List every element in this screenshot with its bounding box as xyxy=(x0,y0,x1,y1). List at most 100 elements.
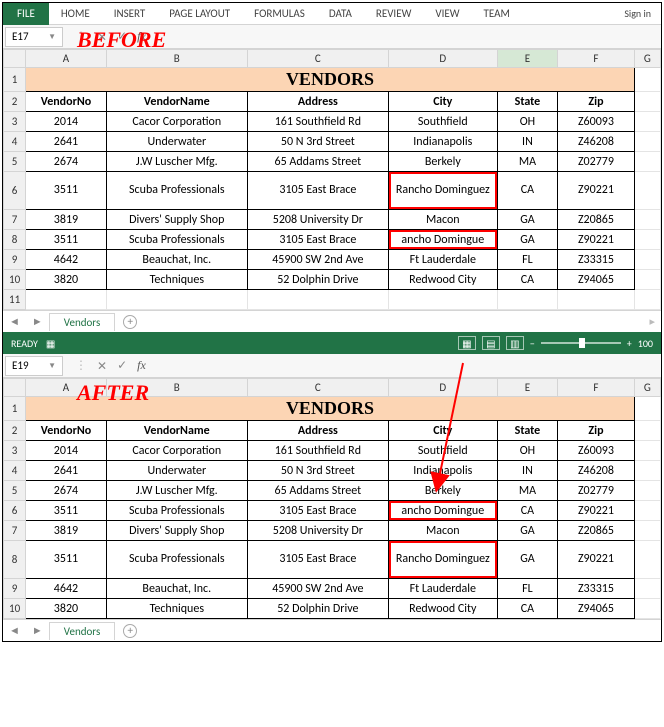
cell[interactable]: Macon xyxy=(388,521,497,541)
cell[interactable]: Beauchat, Inc. xyxy=(106,250,247,270)
cell[interactable]: 3105 East Brace xyxy=(247,541,388,579)
hdr-vendorno[interactable]: VendorNo xyxy=(26,421,107,441)
sheet-nav-next-icon[interactable]: ► xyxy=(26,315,49,328)
cell[interactable]: 3511 xyxy=(26,230,107,250)
cell[interactable]: 3105 East Brace xyxy=(247,172,388,210)
cell[interactable]: 52 Dolphin Drive xyxy=(247,599,388,619)
cell[interactable]: Z90221 xyxy=(558,501,635,521)
cell[interactable]: Divers' Supply Shop xyxy=(106,210,247,230)
select-all-corner[interactable] xyxy=(4,379,26,397)
before-grid[interactable]: A B C D E F G 1 VENDORS 2 VendorNo Vendo… xyxy=(3,49,661,310)
cell[interactable]: 2014 xyxy=(26,112,107,132)
row-7[interactable]: 7 xyxy=(4,210,26,230)
cell[interactable]: Beauchat, Inc. xyxy=(106,579,247,599)
cell[interactable]: 65 Addams Street xyxy=(247,481,388,501)
cell[interactable]: Ft Lauderdale xyxy=(388,579,497,599)
cell[interactable]: Cacor Corporation xyxy=(106,441,247,461)
cell[interactable]: Techniques xyxy=(106,270,247,290)
select-all-corner[interactable] xyxy=(4,50,26,68)
row-10[interactable]: 10 xyxy=(4,270,26,290)
cell[interactable]: Z20865 xyxy=(558,521,635,541)
cell[interactable]: Z33315 xyxy=(558,250,635,270)
zoom-in-icon[interactable]: + xyxy=(627,337,632,350)
col-D[interactable]: D xyxy=(388,379,497,397)
hdr-address[interactable]: Address xyxy=(247,92,388,112)
cell[interactable]: Z94065 xyxy=(558,599,635,619)
col-F[interactable]: F xyxy=(558,50,635,68)
hdr-city[interactable]: City xyxy=(388,421,497,441)
cell[interactable]: 45900 SW 2nd Ave xyxy=(247,579,388,599)
cell[interactable]: Ft Lauderdale xyxy=(388,250,497,270)
zoom-out-icon[interactable]: − xyxy=(530,337,535,350)
cell[interactable]: 2674 xyxy=(26,152,107,172)
row-1[interactable]: 1 xyxy=(4,68,26,92)
tab-formulas[interactable]: FORMULAS xyxy=(242,3,317,24)
cell[interactable]: Southfield xyxy=(388,441,497,461)
cell[interactable]: Southfield xyxy=(388,112,497,132)
row-5[interactable]: 5 xyxy=(4,481,26,501)
chevron-down-icon[interactable]: ▼ xyxy=(48,361,56,371)
tab-view[interactable]: VIEW xyxy=(423,3,471,24)
macro-record-icon[interactable]: ▦ xyxy=(46,337,55,350)
cell[interactable]: MA xyxy=(497,481,557,501)
cell[interactable]: 4642 xyxy=(26,250,107,270)
cell[interactable]: 2014 xyxy=(26,441,107,461)
cell[interactable]: ancho Domingue xyxy=(388,501,497,521)
col-E[interactable]: E xyxy=(497,379,557,397)
col-C[interactable]: C xyxy=(247,50,388,68)
zoom-level[interactable]: 100 xyxy=(638,337,653,350)
cell[interactable]: Z46208 xyxy=(558,132,635,152)
scroll-right-icon[interactable]: ▸ xyxy=(649,315,661,328)
cell[interactable]: CA xyxy=(497,172,557,210)
after-grid[interactable]: A B C D E F G 1 VENDORS 2 VendorNo Vendo… xyxy=(3,378,661,619)
cell[interactable]: Z60093 xyxy=(558,112,635,132)
name-box-after[interactable]: E19 ▼ xyxy=(5,356,63,376)
cell[interactable]: 3820 xyxy=(26,599,107,619)
hdr-vendorname[interactable]: VendorName xyxy=(106,421,247,441)
cell[interactable]: CA xyxy=(497,501,557,521)
cell[interactable]: GA xyxy=(497,210,557,230)
row-4[interactable]: 4 xyxy=(4,461,26,481)
sheet-tab-vendors[interactable]: Vendors xyxy=(49,313,115,331)
cell[interactable]: Techniques xyxy=(106,599,247,619)
tab-insert[interactable]: INSERT xyxy=(102,3,158,24)
cell[interactable]: Z60093 xyxy=(558,441,635,461)
col-G[interactable]: G xyxy=(634,50,660,68)
hdr-vendorname[interactable]: VendorName xyxy=(106,92,247,112)
cell[interactable]: 3105 East Brace xyxy=(247,230,388,250)
accept-formula-icon[interactable]: ✓ xyxy=(117,358,127,373)
col-E[interactable]: E xyxy=(497,50,557,68)
row-3[interactable]: 3 xyxy=(4,441,26,461)
cell[interactable]: Berkely xyxy=(388,152,497,172)
cell[interactable]: Divers' Supply Shop xyxy=(106,521,247,541)
view-normal-icon[interactable]: ▦ xyxy=(458,336,476,350)
cell[interactable]: J.W Luscher Mfg. xyxy=(106,481,247,501)
view-page-break-icon[interactable]: ▥ xyxy=(506,336,524,350)
cell[interactable]: 2674 xyxy=(26,481,107,501)
row-6[interactable]: 6 xyxy=(4,172,26,210)
sign-in-link[interactable]: Sign in xyxy=(614,5,661,22)
cell[interactable]: IN xyxy=(497,461,557,481)
cell[interactable]: Z90221 xyxy=(558,172,635,210)
view-page-layout-icon[interactable]: ▤ xyxy=(482,336,500,350)
cell[interactable]: Z94065 xyxy=(558,270,635,290)
col-G[interactable]: G xyxy=(634,379,660,397)
cell[interactable]: 5208 University Dr xyxy=(247,521,388,541)
cell[interactable]: Z46208 xyxy=(558,461,635,481)
tab-data[interactable]: DATA xyxy=(317,3,364,24)
hdr-state[interactable]: State xyxy=(497,421,557,441)
row-5[interactable]: 5 xyxy=(4,152,26,172)
cell[interactable]: 52 Dolphin Drive xyxy=(247,270,388,290)
cell[interactable]: Scuba Professionals xyxy=(106,172,247,210)
cell[interactable]: J.W Luscher Mfg. xyxy=(106,152,247,172)
cell[interactable]: 161 Southfield Rd xyxy=(247,112,388,132)
sheet-nav-prev-icon[interactable]: ◄ xyxy=(3,315,26,328)
row-6[interactable]: 6 xyxy=(4,501,26,521)
tab-home[interactable]: HOME xyxy=(49,3,102,24)
cell[interactable]: Rancho Dominguez xyxy=(388,172,497,210)
cell[interactable]: 5208 University Dr xyxy=(247,210,388,230)
row-8[interactable]: 8 xyxy=(4,230,26,250)
cell[interactable]: Indianapolis xyxy=(388,132,497,152)
cell[interactable]: Z90221 xyxy=(558,541,635,579)
cell[interactable]: CA xyxy=(497,599,557,619)
